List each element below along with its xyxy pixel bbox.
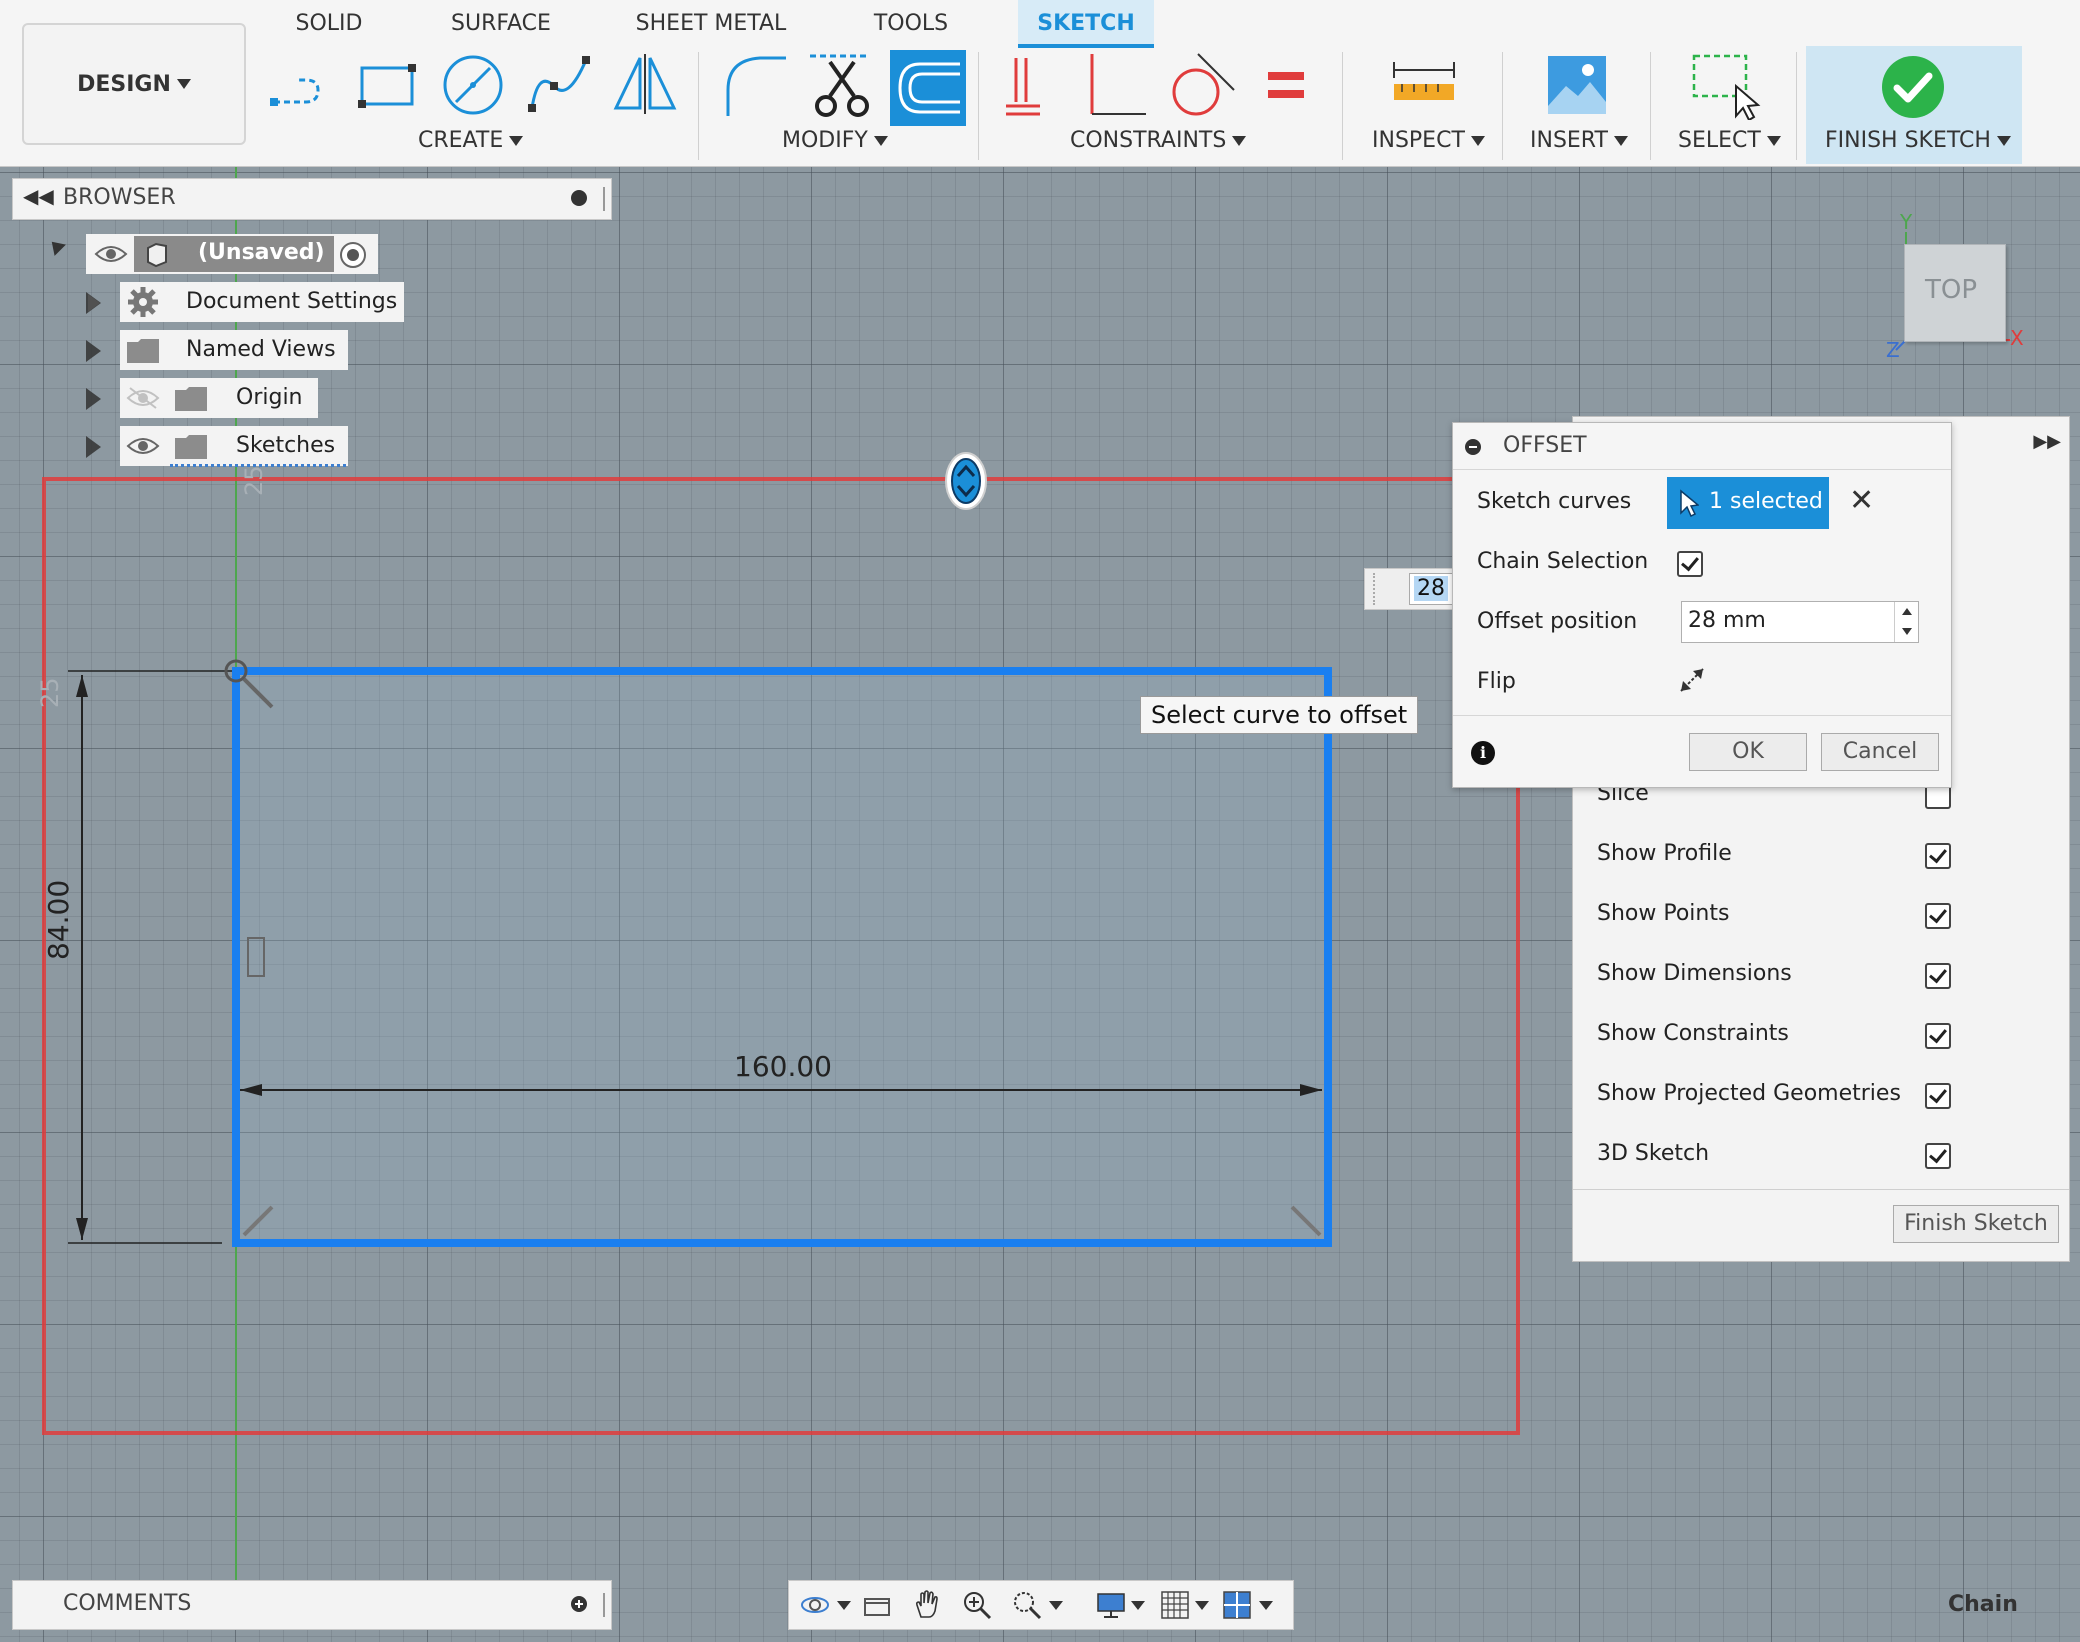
eye-icon[interactable] — [126, 434, 160, 464]
offset-position-input[interactable]: 28 mm — [1681, 601, 1919, 643]
clear-selection-icon[interactable]: ✕ — [1849, 483, 1874, 518]
palette-finish-sketch-button[interactable]: Finish Sketch — [1893, 1205, 2059, 1243]
collapse-panel-icon[interactable]: ◀◀ — [23, 184, 54, 208]
navigation-bar — [788, 1580, 1294, 1630]
root-label: (Unsaved) — [198, 240, 325, 265]
expand-triangle-icon[interactable] — [86, 436, 101, 458]
zoom-window-icon[interactable] — [1011, 1589, 1043, 1621]
offset-position-spinner[interactable] — [1894, 602, 1919, 642]
expand-triangle-icon[interactable] — [86, 388, 101, 410]
palette-option-label: 3D Sketch — [1597, 1141, 1710, 1166]
eye-icon[interactable] — [94, 242, 128, 272]
sketch-curves-label: Sketch curves — [1477, 489, 1632, 514]
axis-x-label: X — [2010, 326, 2024, 350]
palette-option-label: Show Projected Geometries — [1597, 1081, 1901, 1106]
flip-arrows-icon[interactable] — [1677, 665, 1707, 701]
palette-option-label: Show Dimensions — [1597, 961, 1792, 986]
height-dimension-label[interactable]: 84.00 — [42, 880, 75, 960]
offset-manipulator-handle — [945, 452, 987, 510]
palette-option-label: Show Profile — [1597, 841, 1732, 866]
view-cube[interactable]: TOP — [1904, 244, 2006, 342]
chain-selection-label: Chain Selection — [1477, 549, 1649, 574]
expand-triangle-icon[interactable] — [86, 292, 101, 314]
view-cube-face: TOP — [1925, 275, 1978, 305]
tree-item-sketches[interactable]: Sketches — [120, 426, 348, 467]
inline-offset-value: 28 — [1414, 576, 1448, 601]
status-hint: Chain — [1948, 1592, 2018, 1617]
axis-y-label: Y — [1900, 210, 1913, 234]
ok-button[interactable]: OK — [1689, 733, 1807, 771]
3d-sketch-checkbox[interactable] — [1925, 1143, 1951, 1169]
axis-z-label: Z — [1886, 338, 1900, 362]
add-comment-icon[interactable] — [571, 1596, 587, 1612]
width-dimension-label[interactable]: 160.00 — [734, 1050, 832, 1083]
look-at-icon[interactable] — [861, 1589, 893, 1621]
chevron-down-icon[interactable] — [1049, 1601, 1063, 1610]
tree-item-label: Named Views — [186, 337, 336, 362]
folder-icon — [126, 338, 160, 370]
tree-item-label: Origin — [236, 385, 303, 410]
comments-panel-header: COMMENTS — [12, 1580, 612, 1630]
tree-root-unsaved[interactable]: (Unsaved) — [86, 234, 378, 274]
show-projected-geometries-checkbox[interactable] — [1925, 1083, 1951, 1109]
activate-radio-icon[interactable] — [340, 242, 366, 268]
drag-grip — [1373, 573, 1385, 605]
cursor-icon — [1679, 489, 1700, 523]
chevron-down-icon[interactable] — [837, 1601, 851, 1610]
offset-position-value: 28 mm — [1688, 608, 1766, 633]
divider — [1453, 469, 1951, 470]
browser-title: BROWSER — [63, 185, 176, 210]
show-profile-checkbox[interactable] — [1925, 843, 1951, 869]
grid-settings-icon[interactable] — [1159, 1589, 1191, 1621]
active-sketch-underline — [170, 460, 346, 467]
display-settings-icon[interactable] — [1095, 1589, 1127, 1621]
offset-dialog: OFFSET Sketch curves 1 selected ✕ Chain … — [1452, 422, 1952, 788]
sketch-profile-fill — [236, 671, 1328, 1243]
offset-ghost-dimension: 25 — [240, 465, 268, 496]
sketch-curves-selection-button[interactable]: 1 selected — [1667, 477, 1829, 529]
chain-selection-checkbox[interactable] — [1677, 551, 1703, 577]
chevron-down-icon[interactable] — [1195, 1601, 1209, 1610]
eye-hidden-icon[interactable] — [126, 386, 160, 416]
panel-grip[interactable] — [603, 187, 607, 211]
dialog-title: OFFSET — [1503, 433, 1587, 458]
palette-option-label: Show Constraints — [1597, 1021, 1789, 1046]
offset-position-label: Offset position — [1477, 609, 1638, 634]
cancel-button[interactable]: Cancel — [1821, 733, 1939, 771]
show-points-checkbox[interactable] — [1925, 903, 1951, 929]
flip-label: Flip — [1477, 669, 1516, 694]
component-icon — [142, 240, 170, 274]
chevron-down-icon[interactable] — [1131, 1601, 1145, 1610]
tree-item-label: Sketches — [236, 433, 336, 458]
offset-ghost-dimension: 25 — [36, 677, 64, 708]
panel-grip[interactable] — [603, 1593, 607, 1617]
tree-item-label: Document Settings — [186, 289, 398, 314]
viewports-icon[interactable] — [1221, 1589, 1253, 1621]
browser-panel-header: ◀◀ BROWSER — [12, 178, 612, 220]
show-constraints-checkbox[interactable] — [1925, 1023, 1951, 1049]
chevron-down-icon[interactable] — [1259, 1601, 1273, 1610]
zoom-icon[interactable] — [961, 1589, 993, 1621]
tree-item-document-settings[interactable]: Document Settings — [120, 282, 404, 322]
expand-panel-icon[interactable]: ▶▶ — [2033, 431, 2061, 452]
divider — [1453, 715, 1951, 716]
tree-item-named-views[interactable]: Named Views — [120, 330, 348, 370]
pan-hand-icon[interactable] — [911, 1589, 943, 1621]
orbit-icon[interactable] — [799, 1589, 831, 1621]
comments-title: COMMENTS — [63, 1591, 192, 1616]
palette-option-label: Show Points — [1597, 901, 1730, 926]
tooltip: Select curve to offset — [1140, 696, 1419, 734]
show-dimensions-checkbox[interactable] — [1925, 963, 1951, 989]
minus-icon[interactable] — [571, 190, 587, 206]
info-icon[interactable]: i — [1471, 741, 1495, 765]
folder-icon — [174, 386, 208, 418]
gear-icon — [126, 286, 160, 324]
expand-triangle-icon[interactable] — [86, 340, 101, 362]
divider — [1573, 1189, 2069, 1190]
selection-count: 1 selected — [1709, 489, 1823, 514]
collapse-dialog-icon[interactable] — [1465, 439, 1481, 455]
tree-item-origin[interactable]: Origin — [120, 378, 318, 418]
